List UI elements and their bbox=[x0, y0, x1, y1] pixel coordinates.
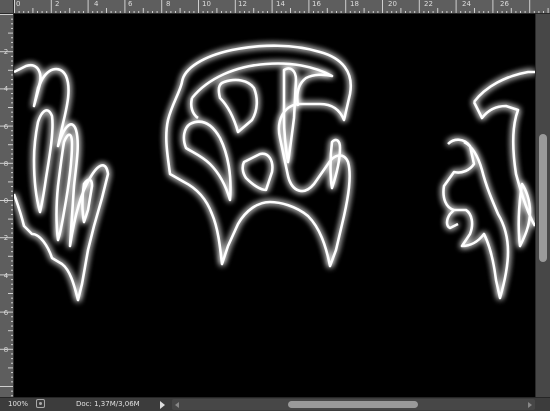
document-status-icon[interactable] bbox=[36, 399, 45, 408]
scroll-left-arrow-icon[interactable] bbox=[175, 402, 179, 408]
ruler-label: 12 bbox=[238, 0, 247, 8]
ruler-label: 18 bbox=[350, 0, 359, 8]
ruler-label: 8 bbox=[3, 160, 9, 168]
ruler-label: 0 bbox=[3, 197, 9, 205]
ruler-label: 6 bbox=[3, 123, 9, 131]
ruler-label: 4 bbox=[3, 85, 9, 93]
ruler-label: 20 bbox=[388, 0, 397, 8]
ruler-label: 6 bbox=[128, 0, 133, 8]
vertical-scrollbar[interactable] bbox=[535, 14, 550, 397]
ruler-label: 10 bbox=[202, 0, 211, 8]
status-menu-arrow-icon[interactable] bbox=[160, 401, 165, 409]
status-bar: 100% Doc: 1,37M/3,06M bbox=[0, 397, 550, 411]
ruler-label: 4 bbox=[94, 0, 99, 8]
glowing-text-artwork bbox=[14, 44, 535, 302]
vertical-ruler[interactable]: 2 4 6 8 0 2 4 6 8 bbox=[0, 14, 14, 397]
ruler-label: 6 bbox=[3, 309, 9, 317]
ruler-label: 26 bbox=[500, 0, 509, 8]
ruler-label: 24 bbox=[462, 0, 471, 8]
ruler-label: 2 bbox=[55, 0, 60, 8]
ruler-label: 22 bbox=[424, 0, 433, 8]
ruler-label: 8 bbox=[166, 0, 171, 8]
ruler-label: 4 bbox=[3, 272, 9, 280]
document-canvas[interactable] bbox=[14, 14, 535, 397]
vertical-scroll-thumb[interactable] bbox=[539, 134, 547, 262]
ruler-origin[interactable] bbox=[0, 0, 14, 14]
ruler-label: 14 bbox=[276, 0, 285, 8]
ruler-label: 8 bbox=[3, 346, 9, 354]
ruler-label: 2 bbox=[3, 234, 9, 242]
ruler-label: 16 bbox=[312, 0, 321, 8]
horizontal-scroll-thumb[interactable] bbox=[288, 401, 418, 408]
scroll-right-arrow-icon[interactable] bbox=[528, 402, 532, 408]
ruler-label: 2 bbox=[3, 48, 9, 56]
document-size-info: Doc: 1,37M/3,06M bbox=[76, 400, 140, 408]
horizontal-scrollbar[interactable] bbox=[172, 399, 535, 410]
zoom-level[interactable]: 100% bbox=[8, 400, 28, 408]
ruler-ticks-left bbox=[0, 14, 13, 397]
horizontal-ruler[interactable]: 0 2 4 6 8 10 12 14 16 18 20 22 24 26 bbox=[14, 0, 550, 14]
ruler-label: 0 bbox=[16, 0, 21, 8]
